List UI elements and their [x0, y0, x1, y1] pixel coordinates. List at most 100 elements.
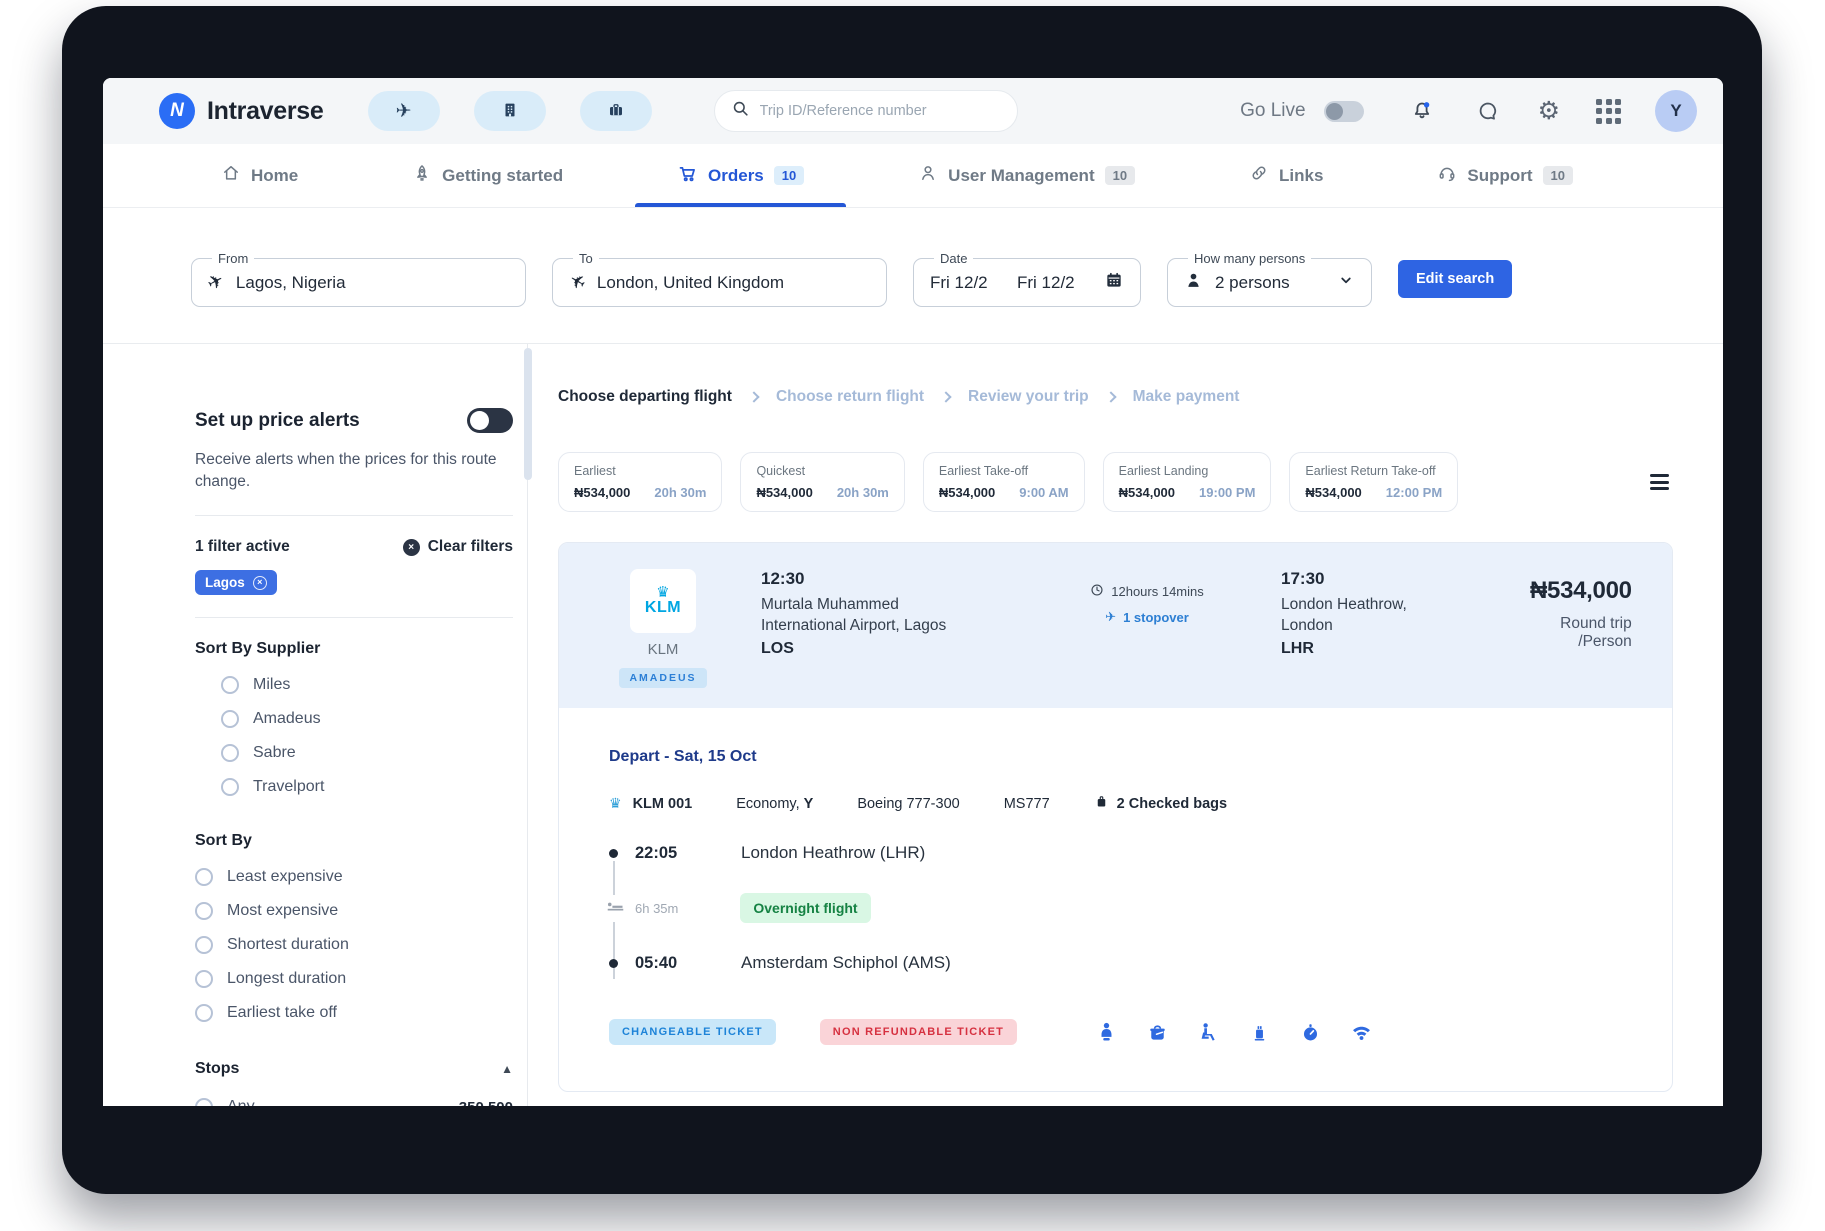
- search-summary-row: From ✈ Lagos, Nigeria To ✈ London, Unite…: [103, 208, 1723, 344]
- filter-chip-lagos[interactable]: Lagos ×: [195, 570, 277, 595]
- clear-filters-icon: ×: [403, 539, 420, 556]
- leg-departure-airport: London Heathrow (LHR): [741, 843, 925, 863]
- sort-pill-earliest-return-take-off[interactable]: Earliest Return Take-off ₦534,00012:00 P…: [1289, 452, 1458, 512]
- from-field[interactable]: From ✈ Lagos, Nigeria: [191, 251, 526, 307]
- apps-grid-icon[interactable]: [1596, 99, 1621, 124]
- radio-travelport[interactable]: Travelport: [221, 778, 513, 796]
- flights-mode-button[interactable]: ✈: [368, 91, 440, 131]
- user-management-count-badge: 10: [1105, 166, 1135, 185]
- user-icon: [918, 163, 938, 188]
- airline-name: KLM: [648, 641, 679, 658]
- divider: [195, 617, 513, 618]
- flat-bed-icon: [606, 895, 625, 922]
- price-alerts-title: Set up price alerts: [195, 410, 360, 432]
- sidebar-scrollbar[interactable]: [524, 348, 532, 480]
- radio-earliest-take-off[interactable]: Earliest take off: [195, 1004, 513, 1022]
- sort-pill-earliest-take-off[interactable]: Earliest Take-off ₦534,0009:00 AM: [923, 452, 1085, 512]
- date-end-value: Fri 12/2: [1017, 273, 1075, 293]
- nav-support[interactable]: Support 10: [1437, 144, 1573, 207]
- edit-search-button[interactable]: Edit search: [1398, 260, 1512, 298]
- search-icon: [731, 99, 750, 123]
- settings-gear-icon[interactable]: ⚙: [1538, 99, 1560, 124]
- usb-port-icon: [1248, 1021, 1271, 1044]
- step-make-payment[interactable]: Make payment: [1133, 388, 1240, 406]
- support-count-badge: 10: [1543, 166, 1573, 185]
- collapse-stops-icon[interactable]: ▲: [501, 1062, 513, 1076]
- radio-least-expensive[interactable]: Least expensive: [195, 868, 513, 886]
- page-background: N Intraverse ✈: [0, 0, 1825, 1231]
- chevron-right-icon: [940, 391, 951, 402]
- timeline-dot: [609, 849, 618, 858]
- leg-arrival-time: 05:40: [635, 954, 715, 973]
- active-filters-count: 1 filter active: [195, 538, 290, 556]
- amenity-icons: [1095, 1021, 1373, 1044]
- radio-longest-duration[interactable]: Longest duration: [195, 970, 513, 988]
- radio-amadeus[interactable]: Amadeus: [221, 710, 513, 728]
- filters-sidebar: Set up price alerts Receive alerts when …: [103, 344, 527, 1106]
- nav-links[interactable]: Links: [1249, 144, 1323, 207]
- nav-orders[interactable]: Orders 10: [677, 144, 804, 207]
- radio-miles[interactable]: Miles: [221, 676, 513, 694]
- sort-by-title: Sort By: [195, 832, 513, 850]
- departure-airport-code: LOS: [761, 640, 1013, 658]
- aircraft-type: Boeing 777-300: [857, 796, 959, 812]
- sort-by-supplier-title: Sort By Supplier: [195, 640, 513, 658]
- radio-circle: [195, 902, 213, 920]
- sort-options: Least expensive Most expensive Shortest …: [195, 868, 513, 1022]
- notifications-bell-icon[interactable]: [1410, 99, 1434, 123]
- checked-bags: 2 Checked bags: [1117, 796, 1227, 812]
- price-block: ₦534,000 Round trip /Person: [1530, 569, 1632, 688]
- radio-circle: [221, 676, 239, 694]
- chevron-right-icon: [1105, 391, 1116, 402]
- wifi-icon: [1350, 1021, 1373, 1044]
- sort-pill-earliest[interactable]: Earliest ₦534,00020h 30m: [558, 452, 722, 512]
- sort-pill-quickest[interactable]: Quickest ₦534,00020h 30m: [740, 452, 904, 512]
- from-value: Lagos, Nigeria: [236, 273, 346, 293]
- trip-search-input[interactable]: [760, 103, 1001, 119]
- radio-circle: [221, 710, 239, 728]
- list-view-menu-icon[interactable]: [1646, 470, 1673, 494]
- arrival-time: 17:30: [1281, 569, 1496, 589]
- radio-sabre[interactable]: Sabre: [221, 744, 513, 762]
- sort-pill-earliest-landing[interactable]: Earliest Landing ₦534,00019:00 PM: [1103, 452, 1272, 512]
- radio-most-expensive[interactable]: Most expensive: [195, 902, 513, 920]
- price-alerts-toggle[interactable]: [467, 408, 513, 433]
- trip-search: [714, 90, 1018, 132]
- radio-shortest-duration[interactable]: Shortest duration: [195, 936, 513, 954]
- orders-count-badge: 10: [774, 166, 804, 185]
- clear-filters-button[interactable]: × Clear filters: [403, 538, 513, 556]
- stops-title: Stops: [195, 1060, 239, 1078]
- nav-home[interactable]: Home: [221, 144, 298, 207]
- stops-any-option[interactable]: Any 350,500: [195, 1098, 513, 1106]
- flight-result-card[interactable]: ♛ KLM KLM AMADEUS 12:30 Murtala Muhammed…: [558, 542, 1673, 1092]
- airplane-icon: ✈: [396, 102, 412, 121]
- headset-icon: [1437, 163, 1457, 188]
- nav-getting-started[interactable]: Getting started: [412, 144, 563, 207]
- step-review-trip[interactable]: Review your trip: [968, 388, 1089, 406]
- leg-arrival-airport: Amsterdam Schiphol (AMS): [741, 953, 951, 973]
- meal-icon: [1146, 1021, 1169, 1044]
- to-field[interactable]: To ✈ London, United Kingdom: [552, 251, 887, 307]
- hotels-mode-button[interactable]: [474, 91, 546, 131]
- step-choose-departing[interactable]: Choose departing flight: [558, 388, 732, 406]
- date-field[interactable]: Date Fri 12/2 Fri 12/2: [913, 251, 1141, 307]
- packages-mode-button[interactable]: [580, 91, 652, 131]
- supplier-badge: AMADEUS: [619, 668, 706, 688]
- remove-filter-icon[interactable]: ×: [253, 576, 267, 590]
- stopover-plane-icon: ✈: [1105, 609, 1116, 625]
- chat-icon[interactable]: [1476, 99, 1500, 123]
- building-icon: [501, 101, 519, 122]
- flight-summary-header: ♛ KLM KLM AMADEUS 12:30 Murtala Muhammed…: [559, 543, 1672, 708]
- clock-icon: [1090, 583, 1104, 600]
- mode-pills: ✈: [368, 91, 652, 131]
- departure-time: 12:30: [761, 569, 1013, 589]
- nav-user-management[interactable]: User Management 10: [918, 144, 1135, 207]
- persons-field[interactable]: How many persons 2 persons: [1167, 251, 1372, 307]
- sidebar-divider: [527, 344, 528, 1106]
- user-avatar[interactable]: Y: [1655, 90, 1697, 132]
- supplier-options: Miles Amadeus Sabre Travelport: [195, 676, 513, 796]
- go-live-toggle[interactable]: [1324, 101, 1364, 122]
- timeline-dot: [609, 959, 618, 968]
- top-bar: N Intraverse ✈: [103, 78, 1723, 144]
- step-choose-return[interactable]: Choose return flight: [776, 388, 924, 406]
